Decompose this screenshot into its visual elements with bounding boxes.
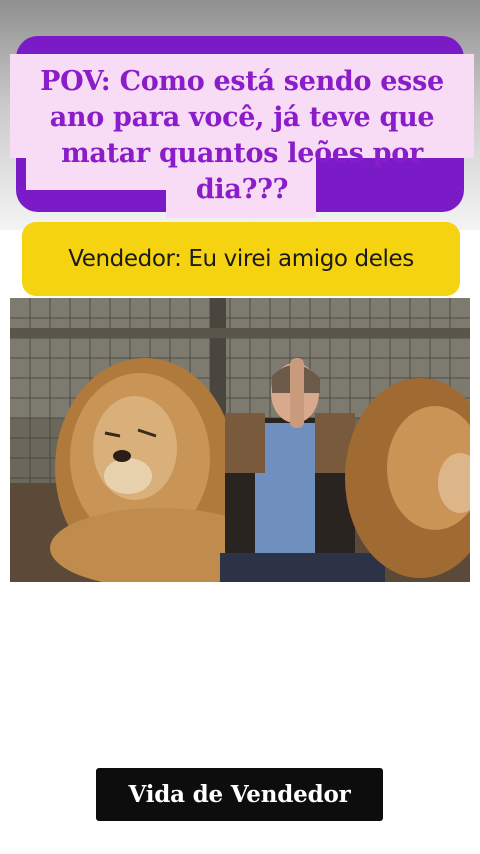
brand-label: Vida de Vendedor [96,768,383,821]
man-sitting-between-two-lions-icon [10,298,470,582]
video-frame[interactable] [10,298,470,582]
vendor-caption-box: Vendedor: Eu virei amigo deles [22,222,460,296]
vendor-caption-text: Vendedor: Eu virei amigo deles [68,246,414,272]
brand-label-text: Vida de Vendedor [128,781,351,808]
pov-caption-text: POV: Como está sendo esse ano para você,… [40,66,444,205]
